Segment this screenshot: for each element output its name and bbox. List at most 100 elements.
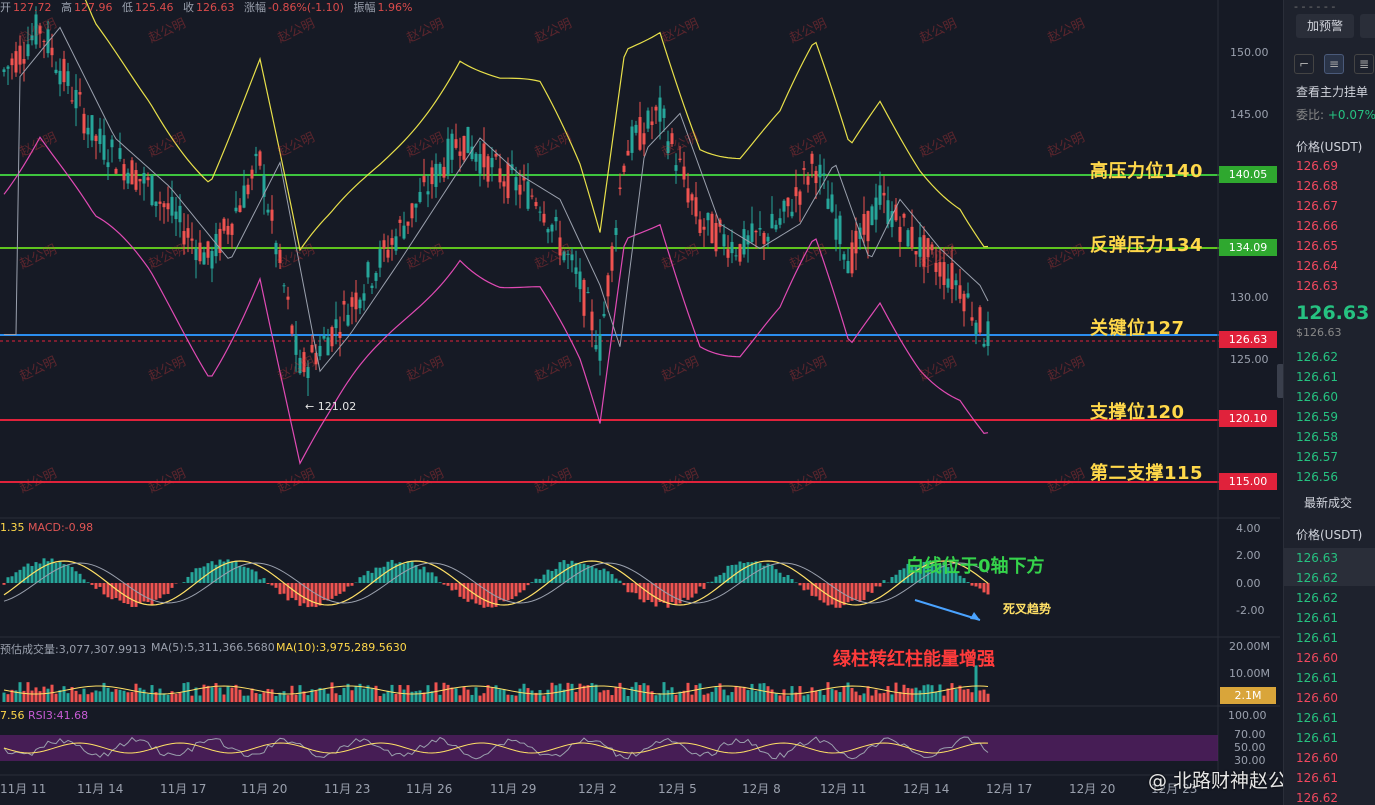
candle-body [238,205,242,213]
volume-bar [482,693,486,702]
add-alert-button[interactable]: 加预警 [1296,14,1354,38]
candle-body [174,211,178,220]
candle-body [638,117,642,150]
trade-row[interactable]: 126.62 [1296,571,1338,585]
date-label: 12月 17 [986,782,1033,796]
orderbook-title[interactable]: 查看主力挂单 [1296,83,1368,100]
macd-bar [154,583,158,600]
volume-bar [338,695,342,702]
trade-row[interactable]: 126.63 [1296,551,1338,565]
volume-axis-10m: 10.00M [1229,667,1270,680]
volume-bar [830,688,834,702]
ask-row[interactable]: 126.69 [1296,159,1338,173]
close-label: 收 [183,1,194,14]
macd-bar [158,583,162,599]
chart-area[interactable]: 开 127.72 高 127.96 低 125.46 收 126.63 涨幅 -0.86%… [0,0,1306,805]
volume-bar [618,682,622,702]
ask-row[interactable]: 126.65 [1296,239,1338,253]
trade-row[interactable]: 126.62 [1296,591,1338,605]
orderbook-asks-icon[interactable]: ≣ [1354,54,1374,74]
macd-bar [602,568,606,583]
macd-bar [122,583,126,604]
candle-body [650,121,654,126]
trade-row[interactable]: 126.61 [1296,731,1338,745]
macd-bar [358,577,362,583]
macd-bar [846,583,850,603]
volume-bar [954,689,958,702]
macd-bar [366,570,370,583]
candle-body [270,209,274,221]
macd-bar [870,583,874,593]
trade-row[interactable]: 126.61 [1296,711,1338,725]
ask-row[interactable]: 126.66 [1296,219,1338,233]
volume-bar [414,691,418,702]
trade-row[interactable]: 126.61 [1296,771,1338,785]
candle-body [310,344,314,353]
trade-row[interactable]: 126.61 [1296,671,1338,685]
trade-row[interactable]: 126.62 [1296,791,1338,805]
candle-body [882,192,886,196]
volume-bar [2,692,6,702]
candle-body [54,69,58,74]
bid-row[interactable]: 126.58 [1296,430,1338,444]
bid-row[interactable]: 126.59 [1296,410,1338,424]
volume-bar [386,690,390,702]
ask-row[interactable]: 126.63 [1296,279,1338,293]
high-value: 127.96 [74,1,113,14]
date-label: 11月 14 [77,782,124,796]
orderbook-bids-icon[interactable]: ≡ [1324,54,1344,74]
candle-body [502,181,506,187]
candle-body [798,191,802,205]
candle-body [26,44,30,57]
candle-body [118,148,122,159]
candle-body [946,278,950,288]
trade-row[interactable]: 126.61 [1296,631,1338,645]
volume-bar [274,695,278,702]
alert-extra-button[interactable] [1360,14,1375,38]
volume-bar [766,686,770,702]
price-chart[interactable] [0,0,1280,805]
volume-bar [758,683,762,702]
macd-bar [90,583,94,585]
bid-row[interactable]: 126.57 [1296,450,1338,464]
trade-row[interactable]: 126.60 [1296,651,1338,665]
macd-bar [278,583,282,595]
macd-bar [194,568,198,583]
candle-body [454,139,458,148]
volume-bar [470,694,474,702]
ask-row[interactable]: 126.67 [1296,199,1338,213]
price-axis-130: 130.00 [1230,291,1269,304]
level-label-127: 关键位127 [1090,318,1185,339]
ask-row[interactable]: 126.64 [1296,259,1338,273]
volume-bar [558,683,562,702]
trade-row[interactable]: 126.60 [1296,691,1338,705]
volume-bar [942,695,946,702]
volume-bar [374,685,378,702]
macd-bar [182,582,186,583]
trade-row[interactable]: 126.60 [1296,751,1338,765]
candle-body [714,223,718,252]
bid-row[interactable]: 126.61 [1296,370,1338,384]
volume-bar [74,690,78,702]
death-cross-annotation: 死叉趋势 [1003,602,1052,616]
volume-annotation: 绿柱转红柱能量增强 [833,649,995,670]
candle-body [198,242,202,262]
bid-row[interactable]: 126.56 [1296,470,1338,484]
date-label: 11月 26 [406,782,453,796]
candle-body [790,211,794,217]
volume-bar [786,695,790,702]
orderbook-both-icon[interactable]: ⌐ [1294,54,1314,74]
macd-bar [130,583,134,607]
macd-bar [18,569,22,583]
volume-bar [138,687,142,702]
bid-row[interactable]: 126.60 [1296,390,1338,404]
ask-row[interactable]: 126.68 [1296,179,1338,193]
trade-row[interactable]: 126.61 [1296,611,1338,625]
volume-bar [418,690,422,702]
macd-bar [770,565,774,583]
volume-bar [394,693,398,702]
candle-body [158,201,162,204]
candle-body [346,314,350,326]
bid-row[interactable]: 126.62 [1296,350,1338,364]
volume-bar [702,694,706,702]
